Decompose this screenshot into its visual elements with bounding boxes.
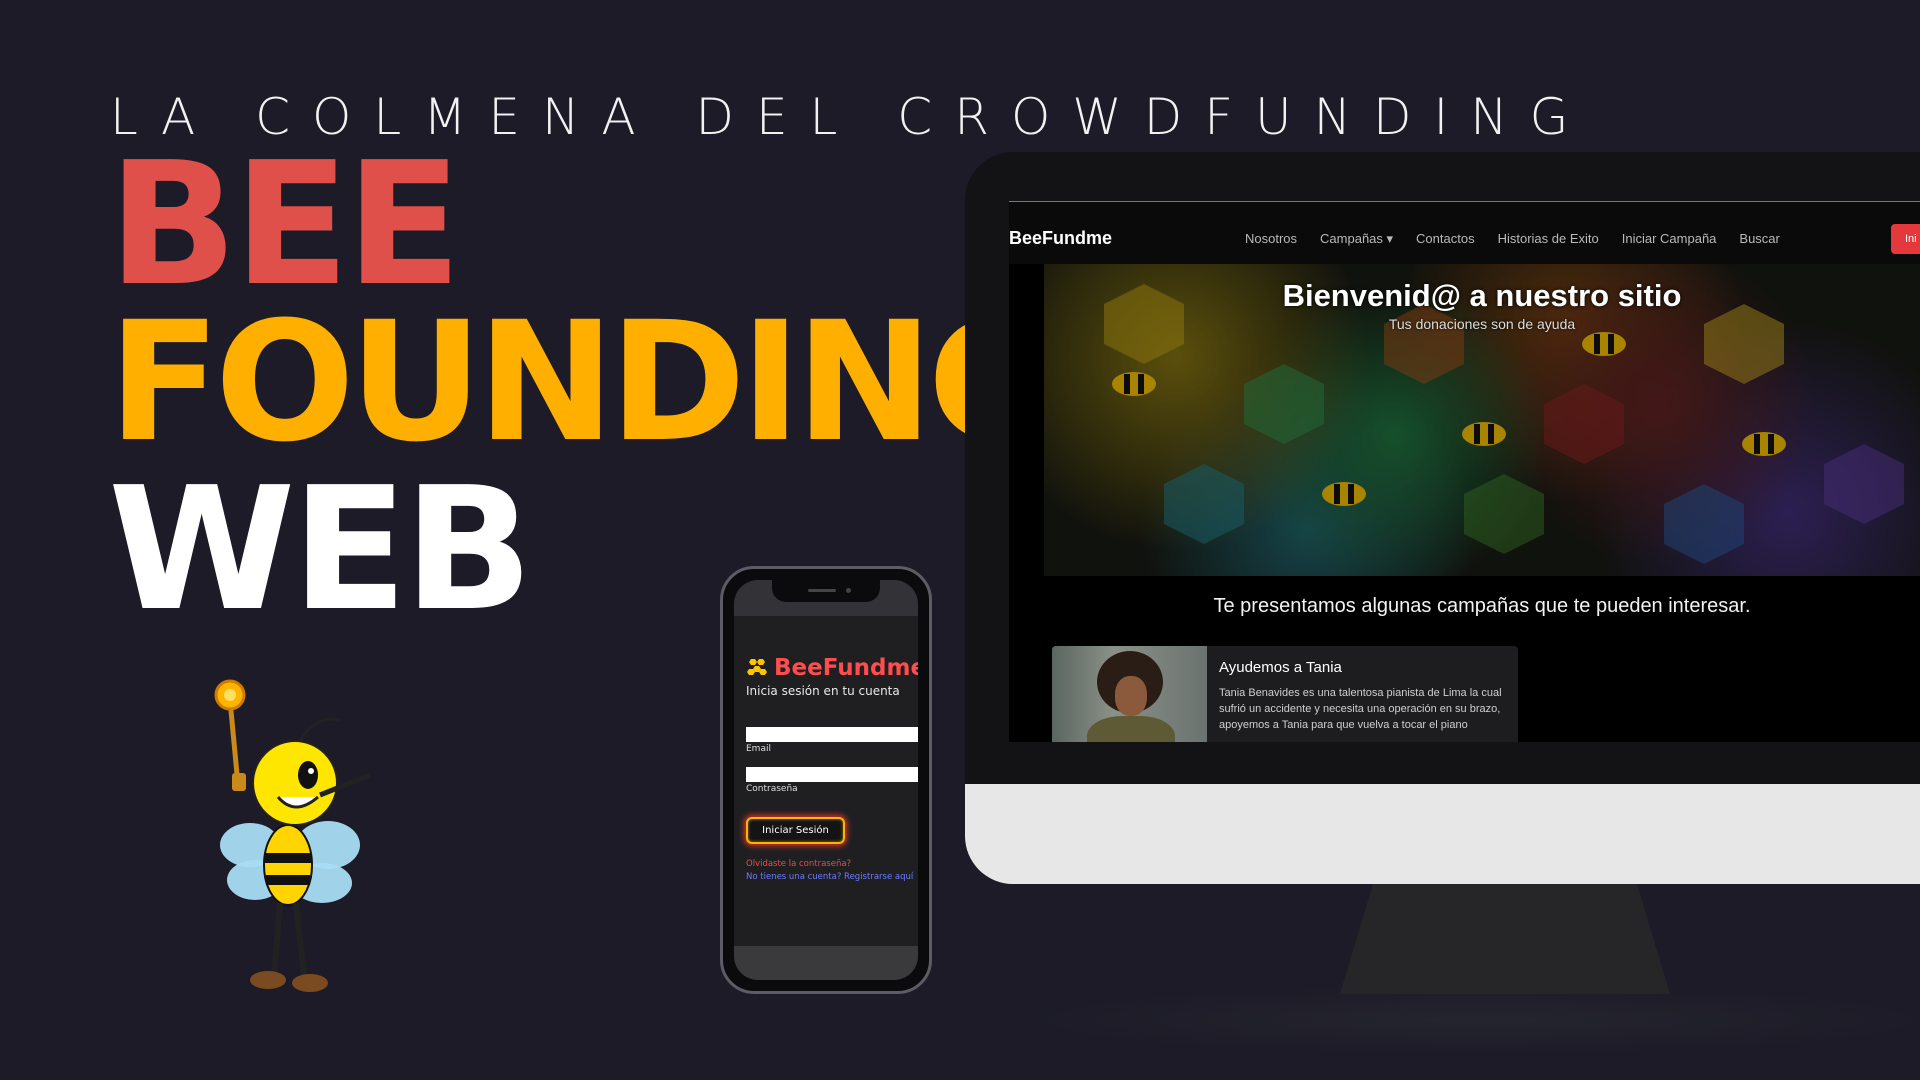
- nav-item-buscar[interactable]: Buscar: [1739, 231, 1779, 247]
- phone-mockup: BeeFundme Inicia sesión en tu cuenta Ema…: [720, 566, 932, 994]
- honeycomb-bee-icon: [747, 659, 767, 678]
- site-navbar: BeeFundme Nosotros Campañas ▾ Contactos …: [1009, 202, 1920, 264]
- bee-mascot-illustration: [214, 679, 371, 992]
- section-title: Te presentamos algunas campañas que te p…: [1213, 595, 1751, 617]
- desktop-website-screen: BeeFundme Nosotros Campañas ▾ Contactos …: [1009, 201, 1920, 742]
- register-link[interactable]: No tienes una cuenta? Registrarse aquí: [746, 872, 913, 882]
- monitor-chin: [965, 784, 1920, 884]
- phone-screen: BeeFundme Inicia sesión en tu cuenta Ema…: [734, 580, 918, 980]
- phone-speaker: [808, 589, 836, 592]
- mobile-login-subtitle: Inicia sesión en tu cuenta: [746, 684, 900, 698]
- campaign-title[interactable]: Ayudemos a Tania: [1219, 659, 1342, 676]
- hero-title-web: WEB: [108, 451, 533, 649]
- campaign-card[interactable]: Ayudemos a Tania Tania Benavides es una …: [1052, 646, 1518, 742]
- campaign-photo: [1052, 646, 1207, 742]
- mobile-brand-name: BeeFundme: [774, 655, 918, 681]
- nav-item-contactos[interactable]: Contactos: [1416, 231, 1475, 247]
- nav-item-campanas[interactable]: Campañas ▾: [1320, 231, 1393, 247]
- photo-body: [1087, 716, 1175, 742]
- campaign-description: Tania Benavides es una talentosa pianist…: [1219, 687, 1502, 731]
- site-logo[interactable]: BeeFundme: [1009, 228, 1112, 249]
- hero-title-founding: FOUNDING: [108, 286, 1063, 478]
- email-input[interactable]: [746, 727, 918, 742]
- site-login-button[interactable]: Ini: [1891, 224, 1920, 254]
- phone-notch: [772, 580, 880, 602]
- nav-item-historias[interactable]: Historias de Exito: [1498, 231, 1599, 247]
- password-input[interactable]: [746, 767, 918, 782]
- monitor-stand: [1340, 884, 1670, 994]
- forgot-password-link[interactable]: Olvidaste la contraseña?: [746, 859, 851, 869]
- site-nav-menu: Nosotros Campañas ▾ Contactos Historias …: [1245, 231, 1780, 247]
- nav-item-iniciar-campana[interactable]: Iniciar Campaña: [1622, 231, 1717, 247]
- nav-item-nosotros[interactable]: Nosotros: [1245, 231, 1297, 247]
- photo-face: [1115, 676, 1147, 716]
- hero-title-bee: BEE: [108, 126, 462, 324]
- mobile-brand: BeeFundme: [746, 655, 918, 681]
- hero-subtitle: Tus donaciones son de ayuda: [1388, 316, 1576, 332]
- phone-camera: [846, 588, 851, 593]
- mobile-login-button[interactable]: Iniciar Sesión: [746, 817, 845, 844]
- monitor-base-shadow: [1010, 985, 1920, 1055]
- hero-title: Bienvenid@ a nuestro sitio: [1282, 278, 1682, 313]
- email-label: Email: [746, 744, 771, 754]
- phone-bottom-bar: [734, 946, 918, 980]
- password-label: Contraseña: [746, 784, 798, 794]
